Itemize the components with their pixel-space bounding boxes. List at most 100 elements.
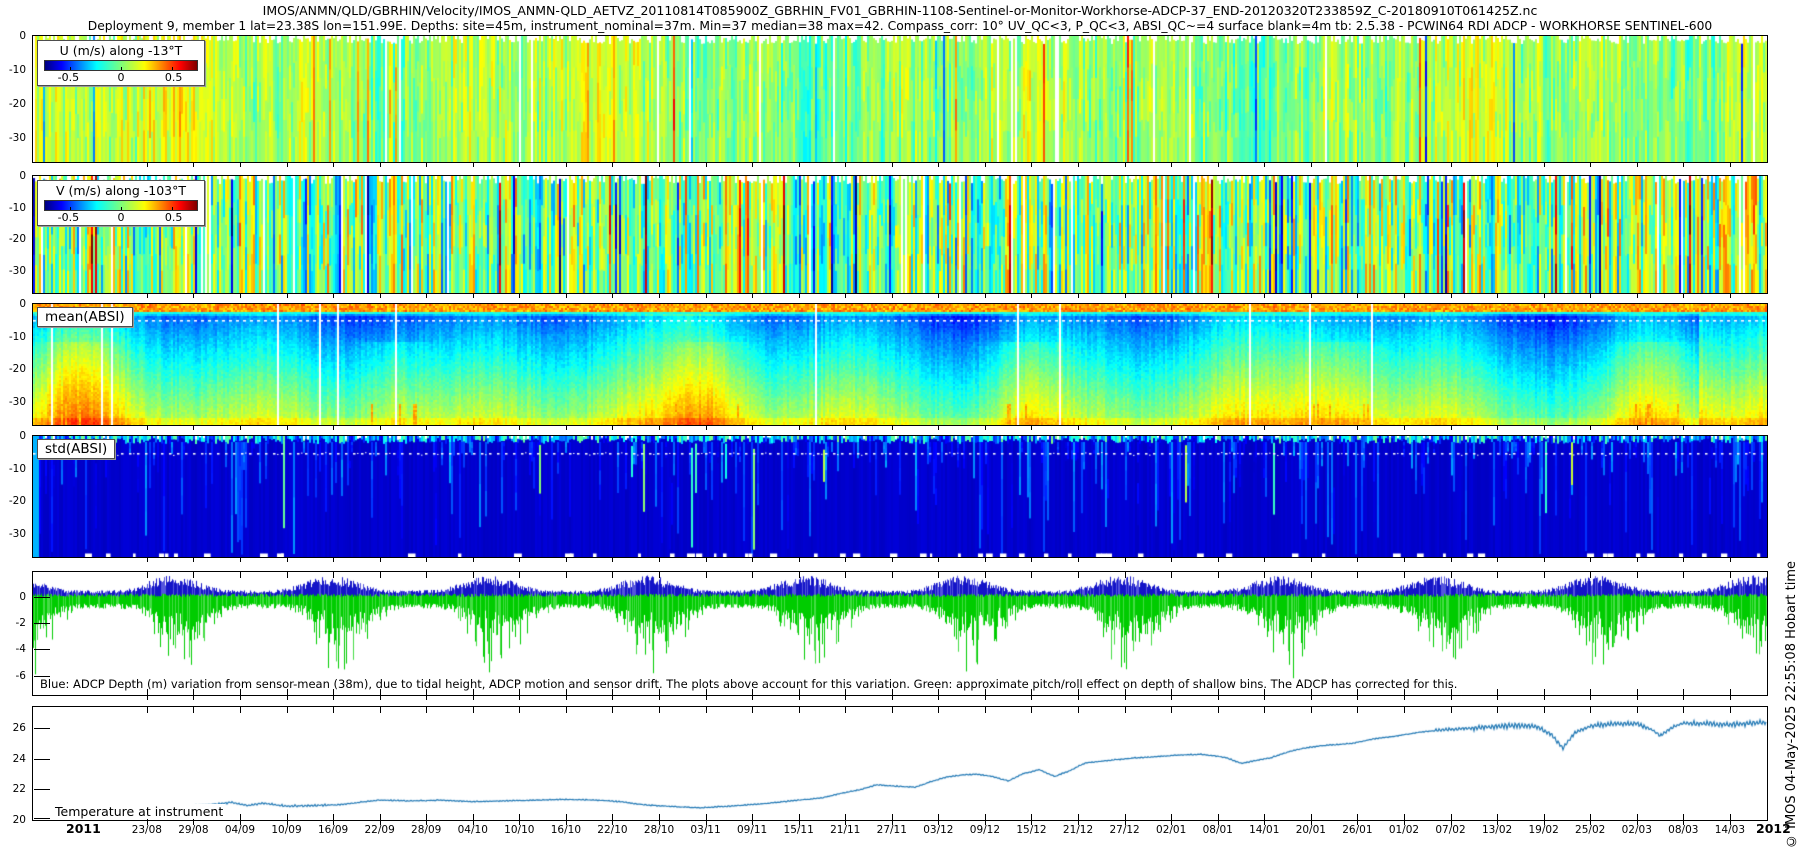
x-tick <box>1218 572 1219 578</box>
x-tick <box>1171 426 1172 430</box>
panel-depth-variation: Blue: ADCP Depth (m) variation from sens… <box>32 571 1768 696</box>
x-tick-label: 22/09 <box>358 824 402 836</box>
x-tick <box>1590 426 1591 430</box>
x-tick <box>845 294 846 298</box>
x-tick <box>287 572 288 578</box>
y-tick <box>34 597 50 598</box>
x-tick <box>147 696 148 700</box>
x-tick-label: 13/02 <box>1475 824 1519 836</box>
x-tick <box>1218 294 1219 298</box>
x-tick <box>380 426 381 430</box>
x-tick <box>287 426 288 430</box>
x-tick <box>333 163 334 167</box>
x-tick-label: 16/10 <box>544 824 588 836</box>
y-tick-label: 0 <box>0 298 26 310</box>
x-tick <box>1590 814 1591 820</box>
x-tick <box>612 294 613 298</box>
x-tick <box>380 294 381 298</box>
y-tick-label: 24 <box>0 753 26 765</box>
x-tick <box>1730 163 1731 167</box>
x-tick <box>1125 294 1126 298</box>
x-tick <box>519 572 520 578</box>
x-tick <box>473 294 474 298</box>
x-tick <box>1031 426 1032 430</box>
x-tick <box>938 426 939 430</box>
x-tick <box>1730 426 1731 430</box>
x-tick <box>1125 707 1126 713</box>
x-tick <box>1311 558 1312 562</box>
x-tick <box>240 696 241 700</box>
v-legend-title: V (m/s) along -103°T <box>42 183 200 198</box>
x-tick <box>1590 558 1591 562</box>
x-tick <box>426 294 427 298</box>
x-tick <box>659 572 660 578</box>
x-tick <box>1451 163 1452 167</box>
x-tick-label: 10/09 <box>265 824 309 836</box>
x-tick <box>1637 558 1638 562</box>
x-tick <box>845 558 846 562</box>
x-tick <box>706 294 707 298</box>
std-absi-label: std(ABSI) <box>37 439 115 459</box>
x-tick <box>1357 572 1358 578</box>
x-tick <box>1497 426 1498 430</box>
x-tick <box>1404 558 1405 562</box>
x-tick <box>1637 696 1638 700</box>
x-tick-label: 10/10 <box>497 824 541 836</box>
x-tick <box>566 294 567 298</box>
v-colorbar-tick-label: -0.5 <box>58 211 79 224</box>
x-tick <box>193 572 194 578</box>
x-tick <box>1264 163 1265 167</box>
x-tick <box>1357 558 1358 562</box>
x-tick-label: 23/08 <box>125 824 169 836</box>
x-tick <box>1264 294 1265 298</box>
x-tick <box>1264 572 1265 578</box>
x-tick <box>519 814 520 820</box>
x-tick <box>799 163 800 167</box>
x-tick <box>1637 163 1638 167</box>
x-tick <box>473 572 474 578</box>
x-tick <box>1497 696 1498 700</box>
x-tick <box>333 558 334 562</box>
panel-v-velocity: V (m/s) along -103°T -0.5 0 0.5 <box>32 175 1768 294</box>
x-tick <box>1078 696 1079 700</box>
x-tick <box>845 426 846 430</box>
v-colorbar-gradient <box>44 200 198 211</box>
x-tick <box>612 558 613 562</box>
x-tick <box>566 572 567 578</box>
x-tick <box>1078 294 1079 298</box>
x-tick <box>1031 572 1032 578</box>
y-tick-label: -30 <box>0 265 26 277</box>
x-tick <box>287 696 288 700</box>
x-tick <box>892 707 893 713</box>
x-tick-label: 02/03 <box>1615 824 1659 836</box>
x-tick <box>1544 558 1545 562</box>
x-tick <box>985 572 986 578</box>
x-tick <box>1264 707 1265 713</box>
x-tick <box>938 707 939 713</box>
x-tick <box>287 814 288 820</box>
mean-absi-label: mean(ABSI) <box>37 307 133 327</box>
x-tick <box>1683 572 1684 578</box>
x-tick <box>1497 707 1498 713</box>
x-tick <box>1730 814 1731 820</box>
x-tick <box>706 163 707 167</box>
x-tick <box>473 558 474 562</box>
x-tick-label: 21/12 <box>1056 824 1100 836</box>
x-tick <box>1683 814 1684 820</box>
x-tick <box>752 696 753 700</box>
x-tick <box>566 558 567 562</box>
x-tick <box>1031 696 1032 700</box>
x-tick <box>659 558 660 562</box>
x-tick-label: 04/09 <box>218 824 262 836</box>
x-tick <box>938 572 939 578</box>
x-tick <box>1264 426 1265 430</box>
y-tick-label: -20 <box>0 495 26 507</box>
x-tick <box>659 294 660 298</box>
x-tick <box>1171 572 1172 578</box>
x-tick <box>566 814 567 820</box>
x-tick <box>1171 814 1172 820</box>
x-tick <box>1357 294 1358 298</box>
x-tick-label: 15/11 <box>777 824 821 836</box>
x-tick <box>333 814 334 820</box>
y-tick-label: -20 <box>0 98 26 110</box>
